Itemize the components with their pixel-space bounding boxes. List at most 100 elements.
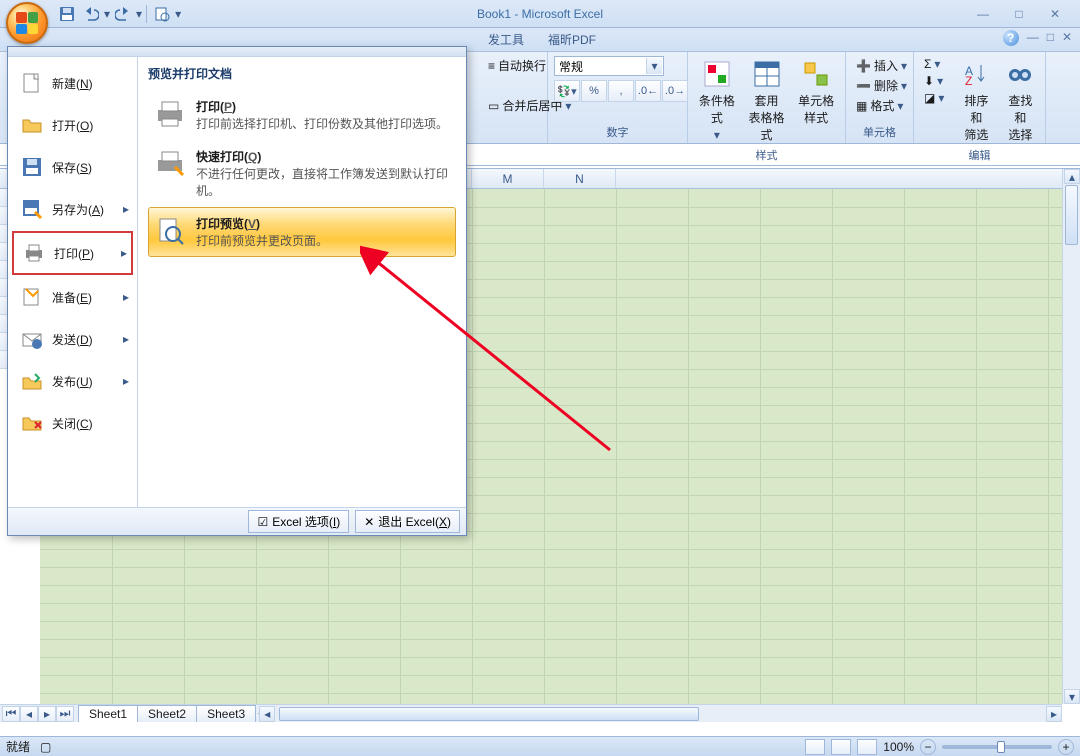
decrease-decimal-button[interactable]: .0→ [662, 80, 688, 102]
page-layout-view-button[interactable] [831, 739, 851, 755]
prepare-icon [20, 285, 44, 309]
group-alignment: ≡自动换行 ▭合并后居中▾ [478, 52, 548, 143]
macro-record-icon[interactable]: ▢ [40, 740, 51, 754]
sub-print[interactable]: 打印(P)打印前选择打印机、打印份数及其他打印选项。 [148, 90, 456, 140]
delete-icon: ➖ [856, 79, 871, 93]
sub-print-preview[interactable]: 打印预览(V)打印前预览并更改页面。 [148, 207, 456, 257]
col-header-M[interactable]: M [472, 169, 544, 188]
maximize-button[interactable]: □ [1006, 5, 1032, 23]
menu-open[interactable]: 打开(O) [12, 105, 133, 145]
table-icon [751, 58, 783, 90]
first-sheet-button[interactable]: ⏮ [2, 706, 20, 722]
undo-icon[interactable] [80, 3, 102, 25]
scroll-down-icon[interactable]: ▾ [1064, 689, 1080, 704]
printer-icon [22, 241, 46, 265]
normal-view-button[interactable] [805, 739, 825, 755]
zoom-level[interactable]: 100% [883, 740, 914, 754]
tab-developer[interactable]: 发工具 [478, 28, 534, 51]
new-file-icon [20, 71, 44, 95]
office-button[interactable] [6, 2, 48, 44]
number-format-combo[interactable]: 常规▾ [554, 56, 664, 76]
sort-filter-button[interactable]: AZ排序和 筛选 [956, 56, 996, 145]
close-folder-icon [20, 411, 44, 435]
sheet-tab-sheet2[interactable]: Sheet2 [137, 705, 197, 722]
sheet-tab-sheet1[interactable]: Sheet1 [78, 705, 138, 722]
menu-saveas[interactable]: 另存为(A)▸ [12, 189, 133, 229]
increase-decimal-button[interactable]: .0← [635, 80, 661, 102]
print-preview-qat-icon[interactable] [151, 3, 173, 25]
mdi-restore-icon[interactable]: □ [1047, 30, 1054, 46]
vscroll-thumb[interactable] [1065, 185, 1078, 245]
help-icon[interactable]: ? [1003, 30, 1019, 46]
prev-sheet-button[interactable]: ◂ [20, 706, 38, 722]
sigma-icon: Σ [924, 57, 931, 71]
fill-button[interactable]: ⬇▾ [920, 73, 948, 89]
conditional-format-button[interactable]: 条件格式▾ [694, 56, 740, 144]
vertical-scrollbar[interactable]: ▴ ▾ [1062, 169, 1080, 704]
window-buttons: — □ ✕ [970, 5, 1080, 23]
zoom-out-button[interactable]: − [920, 739, 936, 755]
hscroll-thumb[interactable] [279, 707, 699, 721]
sort-icon: AZ [960, 58, 992, 90]
sub-quick-print[interactable]: 快速打印(Q)不进行任何更改，直接将工作簿发送到默认打印机。 [148, 140, 456, 207]
mdi-minimize-icon[interactable]: — [1027, 30, 1039, 46]
group-styles: 条件格式▾ 套用 表格格式 单元格 样式 样式 [688, 52, 846, 143]
excel-options-button[interactable]: ☑Excel 选项(I) [248, 510, 349, 533]
insert-button[interactable]: ➕插入▾ [852, 56, 911, 75]
comma-button[interactable]: , [608, 80, 634, 102]
insert-icon: ➕ [856, 59, 871, 73]
merge-icon: ▭ [488, 99, 499, 113]
cell-styles-button[interactable]: 单元格 样式 [793, 56, 839, 128]
zoom-in-button[interactable]: + [1058, 739, 1074, 755]
group-editing: Σ▾ ⬇▾ ◪▾ AZ排序和 筛选 查找和 选择 编辑 [914, 52, 1046, 143]
delete-button[interactable]: ➖删除▾ [852, 76, 911, 95]
zoom-slider[interactable] [942, 745, 1052, 749]
submenu-heading: 预览并打印文档 [148, 65, 456, 82]
next-sheet-button[interactable]: ▸ [38, 706, 56, 722]
page-break-view-button[interactable] [857, 739, 877, 755]
quick-access-toolbar: ▾ ▾ ▾ [56, 0, 181, 27]
tab-foxit[interactable]: 福昕PDF [538, 28, 606, 51]
eraser-icon: ◪ [924, 91, 935, 105]
status-bar: 就绪 ▢ 100% − + [0, 736, 1080, 756]
menu-print[interactable]: 打印(P)▸ [12, 231, 133, 275]
minimize-button[interactable]: — [970, 5, 996, 23]
window-title: Book1 - Microsoft Excel [477, 7, 603, 21]
menu-send[interactable]: 发送(D)▸ [12, 319, 133, 359]
menu-prepare[interactable]: 准备(E)▸ [12, 277, 133, 317]
menu-new[interactable]: 新建(N) [12, 63, 133, 103]
options-icon: ☑ [257, 515, 268, 529]
fill-icon: ⬇ [924, 74, 934, 88]
open-folder-icon [20, 113, 44, 137]
menu-close[interactable]: 关闭(C) [12, 403, 133, 443]
col-header-N[interactable]: N [544, 169, 616, 188]
redo-icon[interactable] [112, 3, 134, 25]
sheet-tab-sheet3[interactable]: Sheet3 [196, 705, 256, 722]
svg-text:Z: Z [965, 74, 972, 87]
saveas-icon [20, 197, 44, 221]
office-menu-left: 新建(N) 打开(O) 保存(S) 另存为(A)▸ 打印(P)▸ 准备(E)▸ … [8, 57, 138, 507]
binoculars-icon [1004, 58, 1036, 90]
find-select-button[interactable]: 查找和 选择 [1000, 56, 1040, 145]
scroll-up-icon[interactable]: ▴ [1064, 169, 1080, 184]
save-icon[interactable] [56, 3, 78, 25]
close-button[interactable]: ✕ [1042, 5, 1068, 23]
mdi-close-icon[interactable]: ✕ [1062, 30, 1072, 46]
menu-save[interactable]: 保存(S) [12, 147, 133, 187]
currency-button[interactable]: 💱▾ [554, 80, 580, 102]
format-button[interactable]: ▦格式▾ [852, 96, 911, 115]
send-icon [20, 327, 44, 351]
sheet-tab-bar: ⏮ ◂ ▸ ⏭ Sheet1Sheet2Sheet3 ✧ ◂ ▸ [0, 704, 1062, 722]
last-sheet-button[interactable]: ⏭ [56, 706, 74, 722]
exit-excel-button[interactable]: ✕退出 Excel(X) [355, 510, 460, 533]
clear-button[interactable]: ◪▾ [920, 90, 948, 106]
scroll-left-icon[interactable]: ◂ [259, 706, 275, 722]
autosum-button[interactable]: Σ▾ [920, 56, 948, 72]
scroll-right-icon[interactable]: ▸ [1046, 706, 1062, 722]
format-as-table-button[interactable]: 套用 表格格式 [744, 56, 790, 145]
percent-button[interactable]: % [581, 80, 607, 102]
print-large-icon [154, 98, 186, 130]
conditional-format-icon [701, 58, 733, 90]
save-disk-icon [20, 155, 44, 179]
menu-publish[interactable]: 发布(U)▸ [12, 361, 133, 401]
